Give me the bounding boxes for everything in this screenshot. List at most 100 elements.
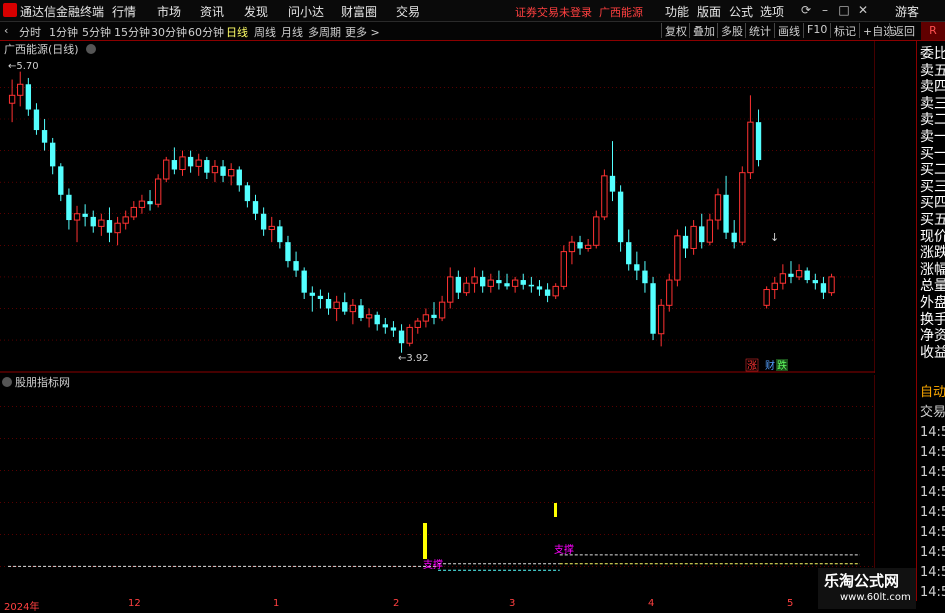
candle-down — [50, 142, 56, 167]
period-monthly[interactable]: 月线 — [281, 24, 303, 40]
main-pane-title: 广西能源(日线) — [4, 42, 79, 56]
low-marker-value: 3.92 — [406, 353, 428, 364]
candle-down — [812, 280, 818, 284]
sub-pane-dropdown-icon[interactable] — [2, 377, 12, 387]
period-30min[interactable]: 30分钟 — [151, 24, 187, 40]
candle-down — [187, 156, 194, 167]
candle-up — [779, 273, 787, 284]
time-label-12: 12 — [128, 598, 141, 609]
candle-down — [755, 122, 762, 161]
tool-biaoji[interactable]: 标记 — [830, 23, 856, 38]
trade-time-label: 14:56 — [920, 505, 945, 520]
trade-header-label: 自动 — [920, 385, 945, 400]
period-multi[interactable]: 多周期 — [308, 24, 341, 40]
candle-down — [650, 283, 656, 334]
candle-down — [699, 226, 705, 243]
menu-shichang[interactable]: 市场 — [157, 3, 181, 20]
menu-gongneng[interactable]: 功能 — [665, 3, 689, 20]
candle-up — [8, 94, 16, 104]
candle-down — [147, 201, 153, 205]
close-icon[interactable]: ✕ — [856, 3, 870, 17]
tool-fanhui[interactable]: 返回 — [889, 23, 915, 38]
menu-wenxiaoda[interactable]: 问小达 — [288, 3, 324, 20]
candle-up — [584, 244, 592, 249]
candle-down — [325, 299, 332, 309]
menu-hangqing[interactable]: 行情 — [112, 3, 136, 20]
login-notice[interactable]: 证券交易未登录 广西能源 — [515, 4, 643, 20]
stock-tag: 广西能源 — [599, 6, 643, 19]
refresh-icon[interactable]: ⟳ — [799, 3, 813, 17]
candle-down — [374, 314, 380, 325]
price-panel-label[interactable]: R — [921, 22, 945, 40]
menu-jiaoyi[interactable]: 交易 — [396, 3, 420, 20]
tool-duogu[interactable]: 多股 — [717, 23, 743, 38]
candle-up — [657, 304, 665, 335]
tool-f10[interactable]: F10 — [803, 23, 827, 38]
candle-down — [528, 284, 535, 287]
candle-up — [365, 314, 373, 319]
candle-up — [163, 159, 170, 180]
period-60min[interactable]: 60分钟 — [188, 24, 224, 40]
login-notice-text: 证券交易未登录 — [515, 6, 592, 19]
candle-down — [260, 213, 267, 230]
candle-down — [390, 327, 397, 331]
candle-up — [195, 159, 202, 167]
period-fenshi[interactable]: 分时 — [19, 24, 41, 40]
period-5min[interactable]: 5分钟 — [82, 24, 111, 40]
candle-down — [431, 314, 437, 318]
candle-up — [179, 156, 186, 171]
menu-gongshi[interactable]: 公式 — [729, 3, 753, 20]
menu-zixun[interactable]: 资讯 — [200, 3, 224, 20]
candle-down — [277, 226, 283, 243]
menu-banmian[interactable]: 版面 — [697, 3, 721, 20]
candle-down — [41, 130, 48, 143]
tag-cai[interactable]: 财 — [765, 359, 775, 372]
candle-down — [301, 270, 307, 293]
candle-down — [609, 175, 616, 192]
candle-up — [227, 169, 235, 177]
candle-up — [138, 200, 146, 208]
menu-caifuquan[interactable]: 财富圈 — [341, 3, 377, 20]
candlestick-chart[interactable]: 5.605.405.205.004.804.604.404.204.00 广西能… — [0, 41, 875, 373]
menu-faxian[interactable]: 发现 — [244, 3, 268, 20]
menu-xuanxiang[interactable]: 选项 — [760, 3, 784, 20]
app-logo-icon — [3, 3, 17, 17]
candle-down — [520, 280, 526, 285]
tool-tongji[interactable]: 统计 — [745, 23, 771, 38]
support-label-2: 支撑 — [554, 543, 574, 556]
trade-header-label: 交易 — [920, 405, 945, 420]
candle-up — [739, 172, 746, 243]
cursor-marker-icon: ↓ — [770, 231, 779, 244]
app-title: 通达信金融终端 — [20, 5, 105, 19]
candle-up — [828, 276, 835, 294]
period-1min[interactable]: 1分钟 — [49, 24, 78, 40]
candle-down — [285, 242, 291, 262]
quote-side-panel: 委比卖五卖四卖三卖二卖一买一买二买三买四买五现价涨跌涨幅总量外盘换手净资收益自动… — [916, 41, 945, 601]
period-more[interactable]: 更多 > — [345, 24, 380, 40]
candle-up — [674, 235, 681, 281]
candle-up — [511, 279, 519, 287]
candle-down — [204, 160, 210, 173]
maximize-icon[interactable]: □ — [837, 3, 851, 17]
tag-zhang[interactable]: 涨 — [747, 360, 757, 372]
sub-pane-title: 股朋指标网 — [15, 375, 70, 389]
guest-label[interactable]: 游客 — [895, 3, 919, 20]
candle-up — [714, 194, 722, 221]
time-label-2024: 2024年 — [4, 602, 40, 613]
tool-diejia[interactable]: 叠加 — [689, 23, 715, 38]
candle-up — [593, 216, 600, 246]
tool-fuquan[interactable]: 复权 — [661, 23, 687, 38]
period-daily[interactable]: 日线 — [226, 24, 248, 40]
candle-down — [358, 305, 364, 318]
high-marker: ←5.70 — [8, 61, 39, 72]
main-pane-dropdown-icon[interactable] — [86, 44, 96, 54]
indicator-chart[interactable]: 5.505.255.004.754.504.25 股朋指标网 支撑 支撑 — [0, 375, 875, 599]
tag-die[interactable]: 跌 — [777, 359, 787, 372]
period-weekly[interactable]: 周线 — [254, 24, 276, 40]
left-arrow-icon[interactable]: ‹ — [4, 24, 8, 37]
candle-down — [171, 160, 178, 170]
period-15min[interactable]: 15分钟 — [114, 24, 150, 40]
minimize-icon[interactable]: – — [818, 3, 832, 17]
tool-huaxian[interactable]: 画线 — [774, 23, 800, 38]
sub-grid — [0, 406, 875, 567]
